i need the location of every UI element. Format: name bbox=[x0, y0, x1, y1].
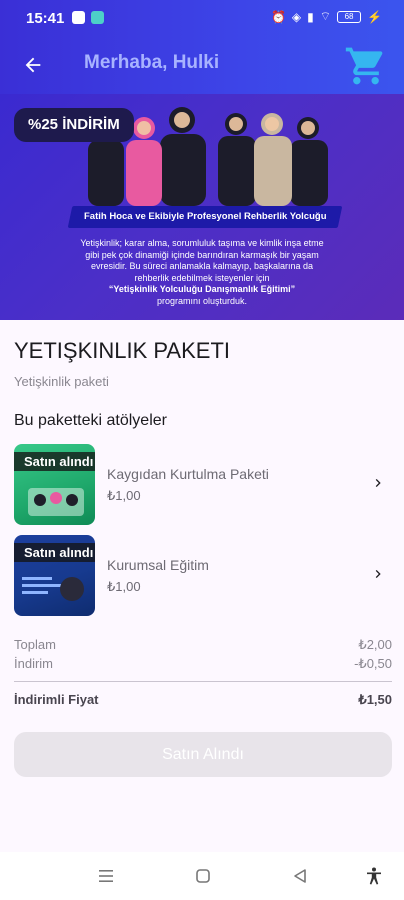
final-price-row: İndirimli Fiyat ₺1,50 bbox=[14, 692, 392, 707]
status-bar: 15:41 ⏰ ◈ ▮ ⌔ 68 ⚡ bbox=[0, 0, 404, 36]
workshop-thumbnail: Satın alındı bbox=[14, 535, 95, 616]
back-button[interactable] bbox=[18, 50, 48, 80]
discount-value: -₺0,50 bbox=[354, 656, 392, 671]
charging-icon: ⚡ bbox=[367, 9, 382, 24]
chevron-right-icon bbox=[375, 570, 381, 578]
final-price-value: ₺1,50 bbox=[358, 692, 392, 707]
banner-line: evresidir. Bu süreci anlamakla kalmayıp,… bbox=[90, 261, 314, 271]
banner-line: rehberlik edebilmek isteyenler için bbox=[134, 272, 270, 283]
back-triangle-icon[interactable] bbox=[290, 866, 310, 886]
purchased-button[interactable]: Satın Alındı bbox=[14, 732, 392, 777]
discount-row: İndirim -₺0,50 bbox=[14, 656, 392, 671]
cart-button[interactable] bbox=[344, 44, 388, 88]
linkedin-icon bbox=[72, 11, 85, 24]
purchased-tag: Satın alındı bbox=[14, 543, 95, 562]
banner-ribbon-text: Fatih Hoca ve Ekibiyle Profesyonel Rehbe… bbox=[83, 211, 327, 222]
vibrate-icon: ◈ bbox=[291, 9, 302, 24]
status-indicators: ⏰ ◈ ▮ ⌔ 68 ⚡ bbox=[271, 9, 382, 24]
banner-description: Yetişkinlik; karar alma, sorumluluk taşı… bbox=[32, 238, 372, 307]
workshop-item[interactable]: Satın alındı Kurumsal Eğitim ₺1,00 bbox=[0, 535, 404, 617]
menu-icon[interactable] bbox=[96, 866, 116, 886]
app-header: 15:41 ⏰ ◈ ▮ ⌔ 68 ⚡ Merhaba, Hulki bbox=[0, 0, 404, 94]
app-notification-icon bbox=[91, 11, 104, 24]
status-time: 15:41 bbox=[26, 10, 65, 27]
package-subtitle: Yetişkinlik paketi bbox=[14, 374, 109, 389]
wifi-icon: ⌔ bbox=[319, 9, 332, 23]
purchased-tag: Satın alındı bbox=[14, 452, 95, 471]
discount-badge: %25 İNDİRİM bbox=[14, 108, 134, 142]
summary-divider bbox=[14, 681, 392, 682]
workshop-thumbnail: Satın alındı bbox=[14, 444, 95, 525]
cart-icon bbox=[345, 47, 383, 85]
total-value: ₺2,00 bbox=[358, 637, 392, 652]
final-price-label: İndirimli Fiyat bbox=[14, 692, 99, 707]
accessibility-icon[interactable] bbox=[364, 866, 384, 886]
greeting-title: Merhaba, Hulki bbox=[84, 52, 220, 73]
home-icon[interactable] bbox=[193, 866, 213, 886]
arrow-left-icon bbox=[25, 57, 41, 73]
total-row: Toplam ₺2,00 bbox=[14, 637, 392, 652]
battery-icon: 68 bbox=[337, 10, 362, 23]
discount-label: İndirim bbox=[14, 656, 54, 671]
workshop-price: ₺1,00 bbox=[107, 488, 141, 503]
chevron-right-icon bbox=[375, 479, 381, 487]
system-nav-bar bbox=[0, 852, 404, 900]
banner-line: programını oluşturduk. bbox=[156, 295, 248, 306]
workshops-section-title: Bu paketteki atölyeler bbox=[14, 412, 167, 429]
banner-line: gibi pek çok dinamiği içinde barındıran … bbox=[85, 249, 319, 260]
package-title: YETIŞKINLIK PAKETI bbox=[14, 338, 230, 363]
banner-program: “Yetişkinlik Yolculuğu Danışmanlık Eğiti… bbox=[108, 284, 296, 294]
workshop-name: Kaygıdan Kurtulma Paketi bbox=[107, 466, 269, 482]
workshop-item[interactable]: Satın alındı Kaygıdan Kurtulma Paketi ₺1… bbox=[0, 444, 404, 526]
banner-ribbon: Fatih Hoca ve Ekibiyle Profesyonel Rehbe… bbox=[67, 206, 343, 228]
banner-line: Yetişkinlik; karar alma, sorumluluk taşı… bbox=[80, 238, 324, 248]
workshop-price: ₺1,00 bbox=[107, 579, 141, 594]
workshop-name: Kurumsal Eğitim bbox=[107, 557, 209, 573]
alarm-icon: ⏰ bbox=[270, 9, 286, 24]
signal-icon: ▮ bbox=[307, 9, 314, 24]
total-label: Toplam bbox=[14, 637, 56, 652]
